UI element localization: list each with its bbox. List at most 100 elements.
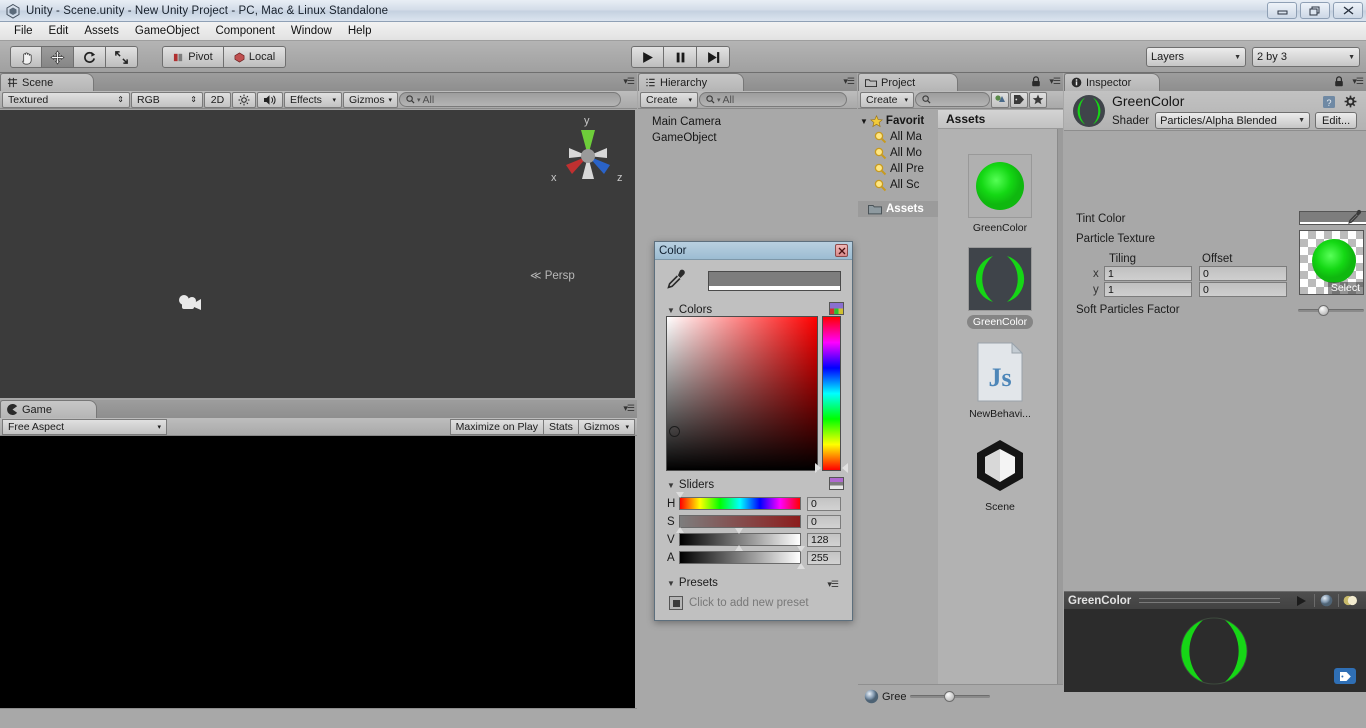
texture-select-button[interactable]: Select <box>1327 282 1363 294</box>
project-favorites-button[interactable] <box>1029 91 1047 108</box>
tab-project[interactable]: Project <box>858 73 958 91</box>
tiling-x-input[interactable]: 1 <box>1104 266 1192 281</box>
move-tool-button[interactable] <box>42 46 74 68</box>
hue-slider-value[interactable]: 0 <box>807 496 841 511</box>
alpha-slider-track[interactable] <box>679 546 805 569</box>
menu-item-help[interactable]: Help <box>340 23 380 39</box>
game-viewport[interactable] <box>0 436 635 708</box>
game-aspect-dropdown[interactable]: Free Aspect ▾ <box>2 418 167 435</box>
soft-particles-slider[interactable] <box>1298 305 1364 316</box>
inspector-lock-icon[interactable] <box>1334 76 1344 90</box>
scene-colormode-dropdown[interactable]: RGB ⇕ <box>131 91 203 108</box>
rotate-tool-button[interactable] <box>74 46 106 68</box>
add-preset-swatch-icon[interactable] <box>669 596 683 610</box>
tab-scene[interactable]: Scene <box>0 73 94 91</box>
scene-2d-toggle[interactable]: 2D <box>204 91 231 108</box>
scene-viewport[interactable]: y x z ≪ Persp <box>0 110 635 398</box>
minimize-button[interactable] <box>1267 2 1297 19</box>
sliders-foldout[interactable]: ▼ Sliders <box>667 479 714 491</box>
colors-mode-swatch-icon[interactable] <box>829 302 844 315</box>
project-favorite-all-models[interactable]: All Mo <box>858 145 938 161</box>
inspector-panel-menu-icon[interactable]: ▾☰ <box>1352 76 1364 87</box>
current-color-swatch[interactable] <box>708 271 841 291</box>
saturation-slider-value[interactable]: 0 <box>807 514 841 529</box>
shader-edit-button[interactable]: Edit... <box>1315 112 1358 129</box>
restore-button[interactable] <box>1300 2 1330 19</box>
hierarchy-create-button[interactable]: Create ▾ <box>640 91 698 108</box>
add-preset-row[interactable]: Click to add new preset <box>669 596 809 610</box>
game-gizmos-dropdown[interactable]: Gizmos ▾ <box>577 418 635 435</box>
tiling-y-input[interactable]: 1 <box>1104 282 1192 297</box>
game-maximize-toggle[interactable]: Maximize on Play <box>449 418 543 435</box>
project-asset-item[interactable]: Scene <box>960 433 1040 513</box>
tab-hierarchy[interactable]: Hierarchy <box>638 73 744 91</box>
scene-gizmos-dropdown[interactable]: Gizmos ▾ <box>343 91 398 108</box>
menu-item-assets[interactable]: Assets <box>76 23 127 39</box>
hand-tool-button[interactable] <box>10 46 42 68</box>
inspector-help-icon[interactable]: ? <box>1322 95 1336 112</box>
pivot-toggle-button[interactable]: Pivot <box>162 46 224 68</box>
scene-drawmode-dropdown[interactable]: Textured ⇕ <box>2 91 130 108</box>
color-window-close-button[interactable] <box>835 244 848 257</box>
space-toggle-button[interactable]: Local <box>224 46 286 68</box>
value-slider-track[interactable] <box>679 528 801 551</box>
pause-button[interactable] <box>664 46 697 68</box>
scene-panel-menu-icon[interactable]: ▾☰ <box>623 76 635 87</box>
inspector-preview-viewport[interactable] <box>1064 609 1366 692</box>
project-asset-item[interactable]: Js NewBehavi... <box>960 340 1040 420</box>
close-button[interactable] <box>1333 2 1363 19</box>
asset-labels-button[interactable] <box>1334 668 1356 684</box>
sliders-mode-swatch-icon[interactable] <box>829 477 844 490</box>
preview-play-button[interactable] <box>1288 595 1314 607</box>
game-stats-toggle[interactable]: Stats <box>542 418 578 435</box>
inspector-settings-gear-icon[interactable] <box>1344 95 1358 112</box>
menu-item-file[interactable]: File <box>6 23 41 39</box>
scene-effects-dropdown[interactable]: Effects ▾ <box>284 91 342 108</box>
project-favorites-group[interactable]: ▼ Favorit <box>858 113 938 129</box>
preview-lighting-toggle[interactable] <box>1338 594 1362 607</box>
particle-texture-field[interactable]: Select <box>1299 230 1364 295</box>
tab-game[interactable]: Game <box>0 400 97 418</box>
play-button[interactable] <box>631 46 664 68</box>
project-zoom-slider[interactable] <box>910 691 991 702</box>
color-picker-window[interactable]: Color ▼ Colors ▼ Sliders H 0 S 0 V 128 A… <box>654 241 853 621</box>
layout-dropdown[interactable]: 2 by 3 ▼ <box>1252 47 1360 67</box>
menu-item-gameobject[interactable]: GameObject <box>127 23 208 39</box>
step-button[interactable] <box>697 46 730 68</box>
hue-slider-track[interactable] <box>676 492 801 510</box>
project-lock-icon[interactable] <box>1031 76 1041 90</box>
project-favorite-all-prefabs[interactable]: All Pre <box>858 161 938 177</box>
value-slider-value[interactable]: 128 <box>807 532 841 547</box>
hierarchy-item-main-camera[interactable]: Main Camera <box>638 114 857 130</box>
scene-audio-toggle[interactable] <box>257 91 283 108</box>
menu-item-component[interactable]: Component <box>207 23 282 39</box>
scene-projection-toggle[interactable]: ≪ Persp <box>530 269 575 282</box>
project-create-button[interactable]: Create ▾ <box>860 91 914 108</box>
project-breadcrumb[interactable]: Assets <box>938 110 1063 129</box>
shader-dropdown[interactable]: Particles/Alpha Blended ▼ <box>1155 112 1311 129</box>
offset-y-input[interactable]: 0 <box>1199 282 1287 297</box>
alpha-slider-value[interactable]: 255 <box>807 550 841 565</box>
project-favorite-all-scripts[interactable]: All Sc <box>858 177 938 193</box>
preview-drag-handle[interactable] <box>1139 598 1280 603</box>
project-grid-scrollbar[interactable] <box>1057 129 1063 684</box>
scale-tool-button[interactable] <box>106 46 138 68</box>
project-filter-type-button[interactable] <box>991 91 1009 108</box>
hierarchy-search-input[interactable]: ▾ All <box>699 92 847 107</box>
project-asset-item[interactable]: GreenColor <box>960 154 1040 234</box>
menu-item-edit[interactable]: Edit <box>41 23 77 39</box>
presets-menu-icon[interactable]: ▾☰ <box>827 579 839 590</box>
tab-inspector[interactable]: Inspector <box>1064 73 1160 91</box>
project-tree-assets-folder[interactable]: Assets <box>858 201 938 217</box>
presets-foldout[interactable]: ▼ Presets <box>667 577 718 589</box>
project-filter-label-button[interactable] <box>1010 91 1028 108</box>
scene-search-input[interactable]: ▾ All <box>399 92 621 107</box>
eyedropper-icon[interactable] <box>667 269 687 292</box>
game-panel-menu-icon[interactable]: ▾☰ <box>623 403 635 414</box>
color-hue-bar[interactable] <box>822 316 841 471</box>
colors-foldout[interactable]: ▼ Colors <box>667 304 712 316</box>
project-panel-menu-icon[interactable]: ▾☰ <box>1049 76 1061 87</box>
hierarchy-item-gameobject[interactable]: GameObject <box>638 130 857 146</box>
project-search-input[interactable] <box>915 92 990 107</box>
layers-dropdown[interactable]: Layers ▼ <box>1146 47 1246 67</box>
